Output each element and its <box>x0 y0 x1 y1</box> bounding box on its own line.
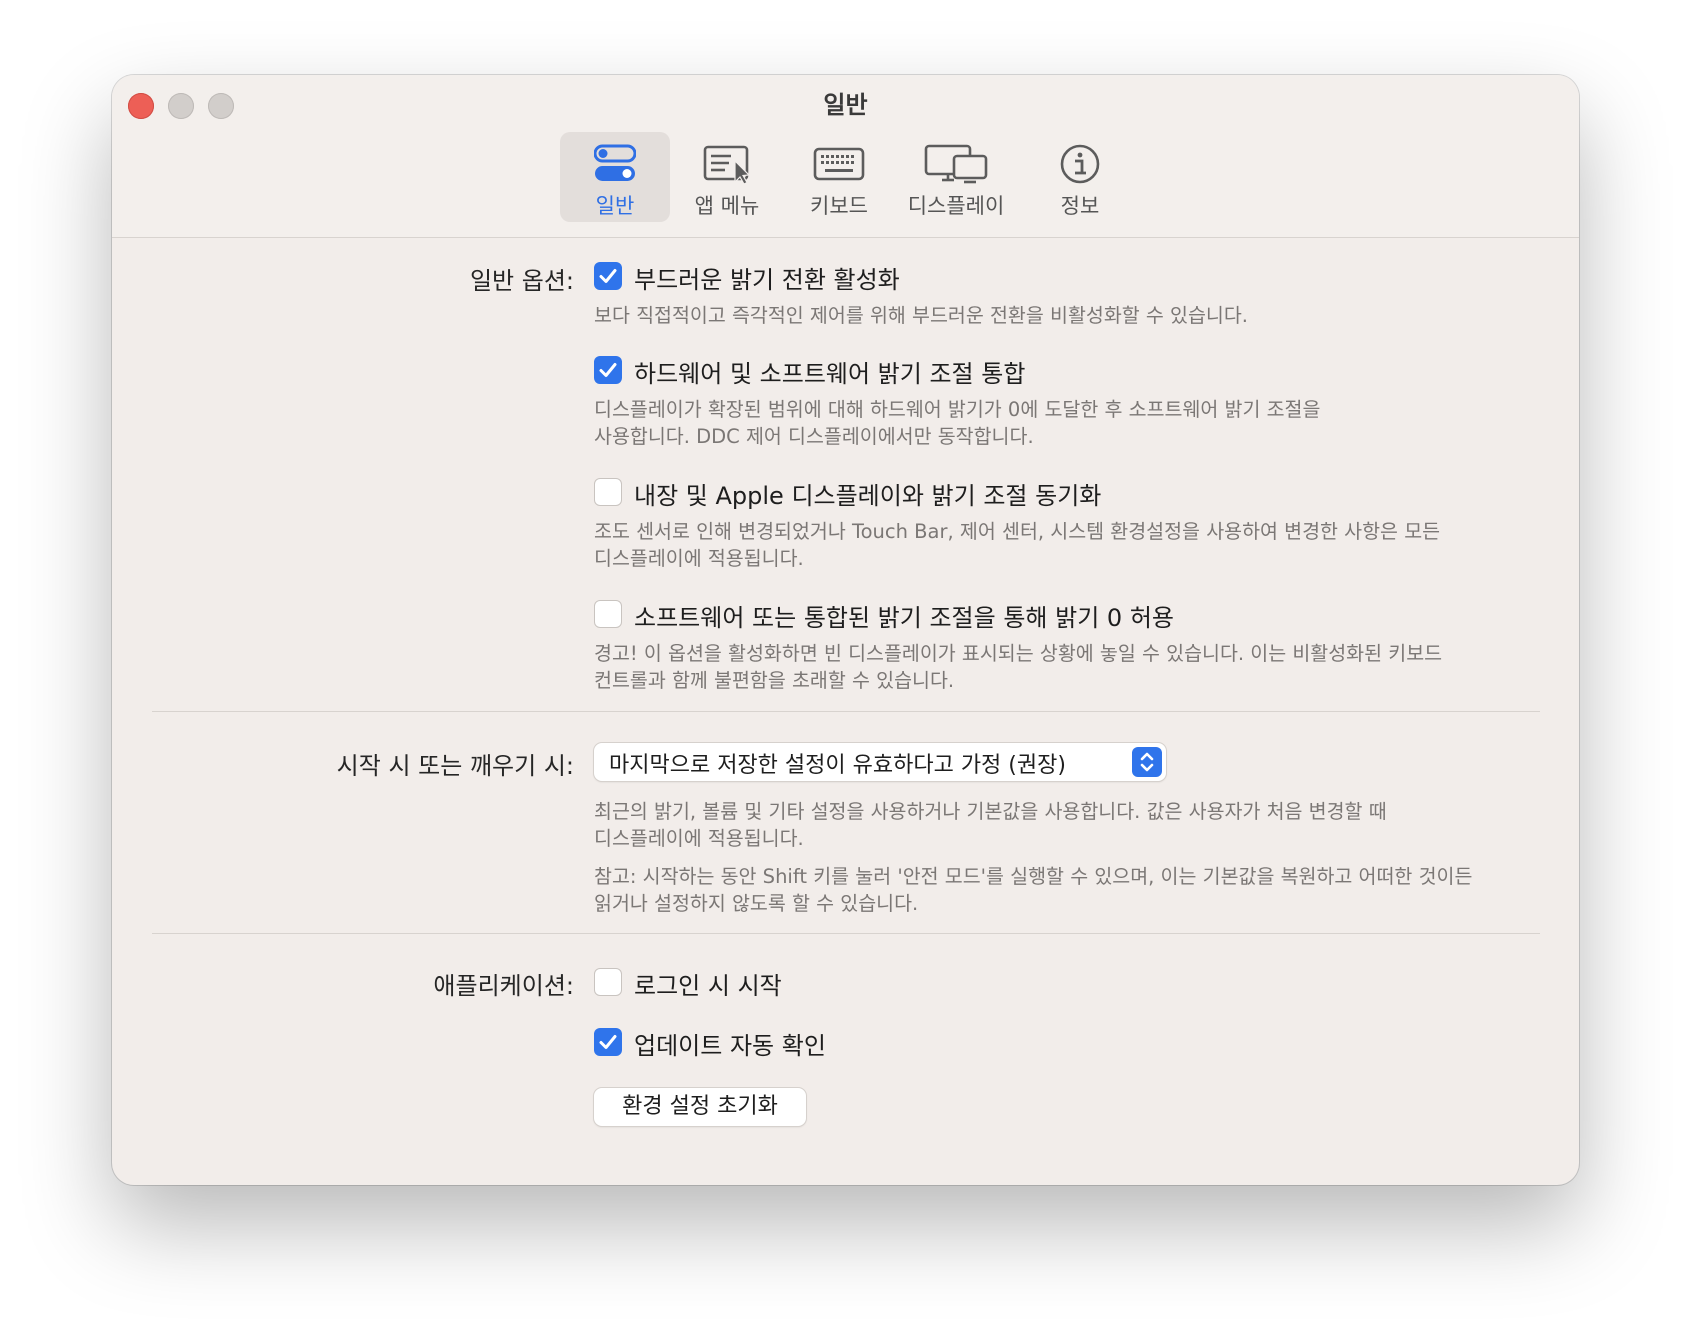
menu-cursor-icon <box>703 142 751 186</box>
allow-zero-label[interactable]: 소프트웨어 또는 통합된 밝기 조절을 통해 밝기 0 허용 <box>634 598 1174 633</box>
tab-label: 앱 메뉴 <box>694 194 760 218</box>
startup-desc: 최근의 밝기, 볼륨 및 기타 설정을 사용하거나 기본값을 사용합니다. 값은… <box>594 800 1387 850</box>
auto-update-checkbox[interactable] <box>594 1028 622 1056</box>
displays-icon <box>924 142 988 186</box>
sync-apple-desc: 조도 센서로 인해 변경되었거나 Touch Bar, 제어 센터, 시스템 환… <box>594 520 1441 570</box>
tab-display[interactable]: 디스플레이 <box>892 132 1020 222</box>
startup-label: 시작 시 또는 깨우기 시: <box>336 752 574 780</box>
auto-update-label[interactable]: 업데이트 자동 확인 <box>634 1026 826 1061</box>
general-options-label: 일반 옵션: <box>469 267 574 295</box>
sync-apple-label[interactable]: 내장 및 Apple 디스플레이와 밝기 조절 동기화 <box>634 476 1101 511</box>
startup-selected-value: 마지막으로 저장한 설정이 유효하다고 가정 (권장) <box>609 753 1066 778</box>
window-title: 일반 <box>823 91 868 119</box>
info-icon <box>1059 142 1101 186</box>
toggle-switches-icon <box>594 142 636 186</box>
sync-apple-checkbox[interactable] <box>594 478 622 506</box>
tab-label: 디스플레이 <box>907 194 1005 218</box>
tab-label: 키보드 <box>810 194 868 218</box>
keyboard-icon <box>813 142 865 186</box>
combined-brightness-label[interactable]: 하드웨어 및 소프트웨어 밝기 조절 통합 <box>634 354 1025 389</box>
title-bar: 일반 일반 앱 메뉴 키보드 디스플레이 정보 <box>112 75 1579 238</box>
toolbar: 일반 앱 메뉴 키보드 디스플레이 정보 <box>112 132 1579 224</box>
launch-at-login-label[interactable]: 로그인 시 시작 <box>634 966 782 1001</box>
tab-label: 일반 <box>595 194 635 218</box>
combined-brightness-desc: 디스플레이가 확장된 범위에 대해 하드웨어 밝기가 0에 도달한 후 소프트웨… <box>594 398 1321 448</box>
tab-info[interactable]: 정보 <box>1030 132 1130 222</box>
reset-preferences-button[interactable]: 환경 설정 초기화 <box>594 1088 806 1126</box>
smooth-transition-checkbox[interactable] <box>594 262 622 290</box>
chevron-up-down-icon <box>1132 747 1162 777</box>
separator <box>152 711 1540 712</box>
launch-at-login-checkbox[interactable] <box>594 968 622 996</box>
allow-zero-desc: 경고! 이 옵션을 활성화하면 빈 디스플레이가 표시되는 상황에 놓일 수 있… <box>594 642 1443 692</box>
tab-general[interactable]: 일반 <box>560 132 670 222</box>
startup-note: 참고: 시작하는 동안 Shift 키를 눌러 '안전 모드'를 실행할 수 있… <box>594 865 1473 915</box>
separator <box>152 933 1540 934</box>
tab-keyboard[interactable]: 키보드 <box>784 132 894 222</box>
smooth-transition-desc: 보다 직접적이고 즉각적인 제어를 위해 부드러운 전환을 비활성화할 수 있습… <box>594 304 1249 327</box>
startup-behavior-popup[interactable]: 마지막으로 저장한 설정이 유효하다고 가정 (권장) <box>594 743 1166 781</box>
preferences-window: 일반 일반 앱 메뉴 키보드 디스플레이 정보 일반 옵션: 부드러운 밝기 전… <box>112 75 1579 1185</box>
smooth-transition-label[interactable]: 부드러운 밝기 전환 활성화 <box>634 260 900 295</box>
combined-brightness-checkbox[interactable] <box>594 356 622 384</box>
application-label: 애플리케이션: <box>433 972 574 1000</box>
tab-label: 정보 <box>1060 194 1100 218</box>
tab-app-menu[interactable]: 앱 메뉴 <box>672 132 782 222</box>
allow-zero-checkbox[interactable] <box>594 600 622 628</box>
